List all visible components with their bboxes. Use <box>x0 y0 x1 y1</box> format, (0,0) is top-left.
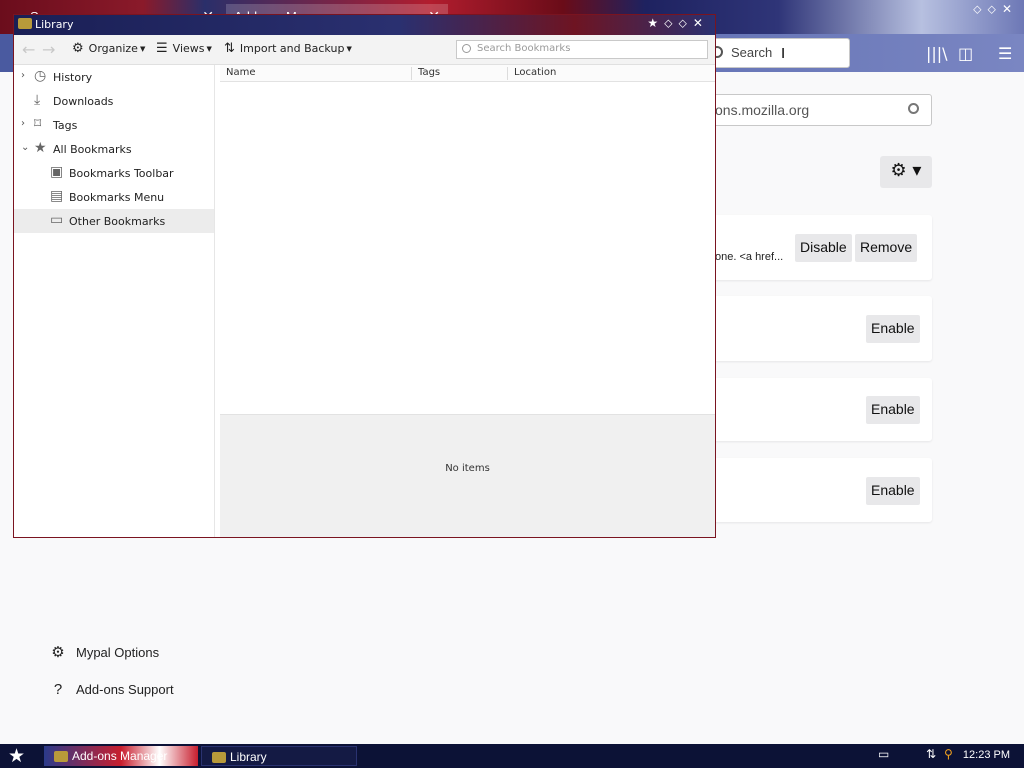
library-titlebar[interactable]: Library ★⬦⬦✕ <box>14 15 715 35</box>
star-icon: ★ <box>34 140 47 156</box>
addon-card: Enable <box>705 378 932 441</box>
search-placeholder: Search <box>731 45 773 60</box>
tree-item-all-bookmarks[interactable]: ⌄ ★ All Bookmarks <box>14 137 214 161</box>
link-label: Mypal Options <box>76 645 160 660</box>
folder-icon: ▭ <box>50 212 64 228</box>
search-icon[interactable]: ⚲ <box>944 747 953 761</box>
search-icon <box>462 44 471 53</box>
tree-label: Downloads <box>53 95 114 108</box>
app-icon <box>54 751 68 762</box>
addon-card: Enable <box>705 296 932 361</box>
column-header-location[interactable]: Location <box>514 67 556 78</box>
gear-icon: ⚙ <box>51 644 65 661</box>
gear-icon: ⚙ ▾ <box>890 160 922 181</box>
column-separator[interactable] <box>507 67 508 80</box>
collapse-arrow-icon[interactable]: ⌄ <box>21 142 29 153</box>
views-menu[interactable]: ☰ Views ▼ <box>156 41 212 56</box>
addon-card: Enable <box>705 458 932 522</box>
addon-description: one. <a href... <box>715 251 784 263</box>
dropdown-caret-icon: ▼ <box>206 45 212 53</box>
column-header-tags[interactable]: Tags <box>418 67 440 78</box>
expand-arrow-icon[interactable]: › <box>21 70 25 81</box>
tree-item-downloads[interactable]: ⤓ Downloads <box>14 89 214 113</box>
clock: 12:23 PM <box>962 749 1010 761</box>
library-tree: › ◷ History ⤓ Downloads › ⌑ Tags ⌄ ★ All… <box>14 65 215 537</box>
back-arrow-icon[interactable]: ← <box>22 40 35 59</box>
disable-button[interactable]: Disable <box>795 234 852 262</box>
views-label: Views <box>172 42 205 55</box>
task-label: Library <box>230 750 267 764</box>
addons-support-link[interactable]: ? Add-ons Support <box>48 681 174 698</box>
search-bookmarks-input[interactable]: Search Bookmarks <box>456 40 708 59</box>
help-icon: ? <box>53 681 63 698</box>
hamburger-menu-icon[interactable]: ☰ <box>998 44 1012 63</box>
window-controls[interactable]: ⬦⬦✕ <box>973 2 1018 17</box>
window-title: Library <box>35 18 74 31</box>
organize-menu[interactable]: ⚙ Organize ▼ <box>72 41 145 56</box>
clock-icon: ◷ <box>34 68 47 84</box>
search-placeholder: Search Bookmarks <box>477 43 571 54</box>
start-star-icon[interactable]: ★ <box>8 745 25 767</box>
bookmarks-list[interactable] <box>220 82 715 415</box>
task-label: Add-ons Manager <box>72 749 168 763</box>
keyboard-icon[interactable]: ▭ <box>878 747 889 761</box>
expand-arrow-icon[interactable]: › <box>21 118 25 129</box>
addons-search-text: ons.mozilla.org <box>715 102 810 118</box>
tree-label: Bookmarks Toolbar <box>69 167 174 180</box>
library-icon[interactable]: |||\ <box>926 44 948 63</box>
organize-label: Organize <box>88 42 138 55</box>
text-cursor-icon: I <box>781 45 786 62</box>
tree-label: Tags <box>53 119 78 132</box>
details-pane: No items <box>220 415 715 537</box>
network-icon[interactable]: ⇅ <box>926 747 936 761</box>
import-backup-label: Import and Backup <box>239 42 345 55</box>
library-content: Name Tags Location No items <box>220 65 715 537</box>
dropdown-caret-icon: ▼ <box>139 45 146 53</box>
tree-label: All Bookmarks <box>53 143 132 156</box>
dropdown-caret-icon: ▼ <box>346 45 352 53</box>
taskbar-item-addons[interactable]: Add-ons Manager <box>44 746 198 766</box>
app-icon <box>18 18 32 29</box>
window-controls[interactable]: ★⬦⬦✕ <box>647 16 709 31</box>
import-export-icon: ⇅ <box>224 41 235 56</box>
column-separator[interactable] <box>411 67 412 80</box>
download-icon: ⤓ <box>34 92 41 108</box>
tree-item-bookmarks-toolbar[interactable]: ▣ Bookmarks Toolbar <box>14 161 214 185</box>
tree-label: Bookmarks Menu <box>69 191 165 204</box>
list-icon: ☰ <box>156 41 168 56</box>
tag-icon: ⌑ <box>34 116 42 132</box>
bookmarks-menu-icon: ▤ <box>50 188 64 204</box>
sidebar-icon[interactable]: ◫ <box>958 44 973 63</box>
bookmarks-toolbar-icon: ▣ <box>50 164 64 180</box>
tree-item-history[interactable]: › ◷ History <box>14 65 214 89</box>
tree-item-other-bookmarks[interactable]: ▭ Other Bookmarks <box>14 209 214 233</box>
gear-icon: ⚙ <box>72 41 84 56</box>
column-headers: Name Tags Location <box>220 65 715 82</box>
tree-label: History <box>53 71 93 84</box>
tree-item-bookmarks-menu[interactable]: ▤ Bookmarks Menu <box>14 185 214 209</box>
enable-button[interactable]: Enable <box>866 396 920 424</box>
no-items-text: No items <box>445 463 490 474</box>
addons-search-field[interactable]: ons.mozilla.org <box>700 94 932 126</box>
library-toolbar: ← → ⚙ Organize ▼ ☰ Views ▼ ⇅ Import and Backu… <box>14 35 715 65</box>
addon-card: one. <a href... Disable Remove <box>705 215 932 280</box>
tree-label: Other Bookmarks <box>69 215 166 228</box>
search-icon <box>908 103 919 114</box>
enable-button[interactable]: Enable <box>866 477 920 505</box>
forward-arrow-icon[interactable]: → <box>42 40 55 59</box>
remove-button[interactable]: Remove <box>855 234 918 262</box>
tree-item-tags[interactable]: › ⌑ Tags <box>14 113 214 137</box>
mypal-options-link[interactable]: ⚙ Mypal Options <box>48 643 159 661</box>
link-label: Add-ons Support <box>76 682 174 697</box>
browser-search-box[interactable]: Search I <box>700 38 850 68</box>
library-window: Library ★⬦⬦✕ ← → ⚙ Organize ▼ ☰ Views ▼ ⇅ Imp… <box>13 14 716 538</box>
taskbar-item-library[interactable]: Library <box>201 746 357 766</box>
enable-button[interactable]: Enable <box>866 315 920 343</box>
taskbar: ★ Add-ons Manager Library ▭ ⇅ ⚲ 12:23 PM <box>0 744 1024 768</box>
column-header-name[interactable]: Name <box>226 67 256 78</box>
addons-tools-button[interactable]: ⚙ ▾ <box>880 156 932 188</box>
app-icon <box>212 752 226 763</box>
import-backup-menu[interactable]: ⇅ Import and Backup ▼ <box>224 41 352 56</box>
